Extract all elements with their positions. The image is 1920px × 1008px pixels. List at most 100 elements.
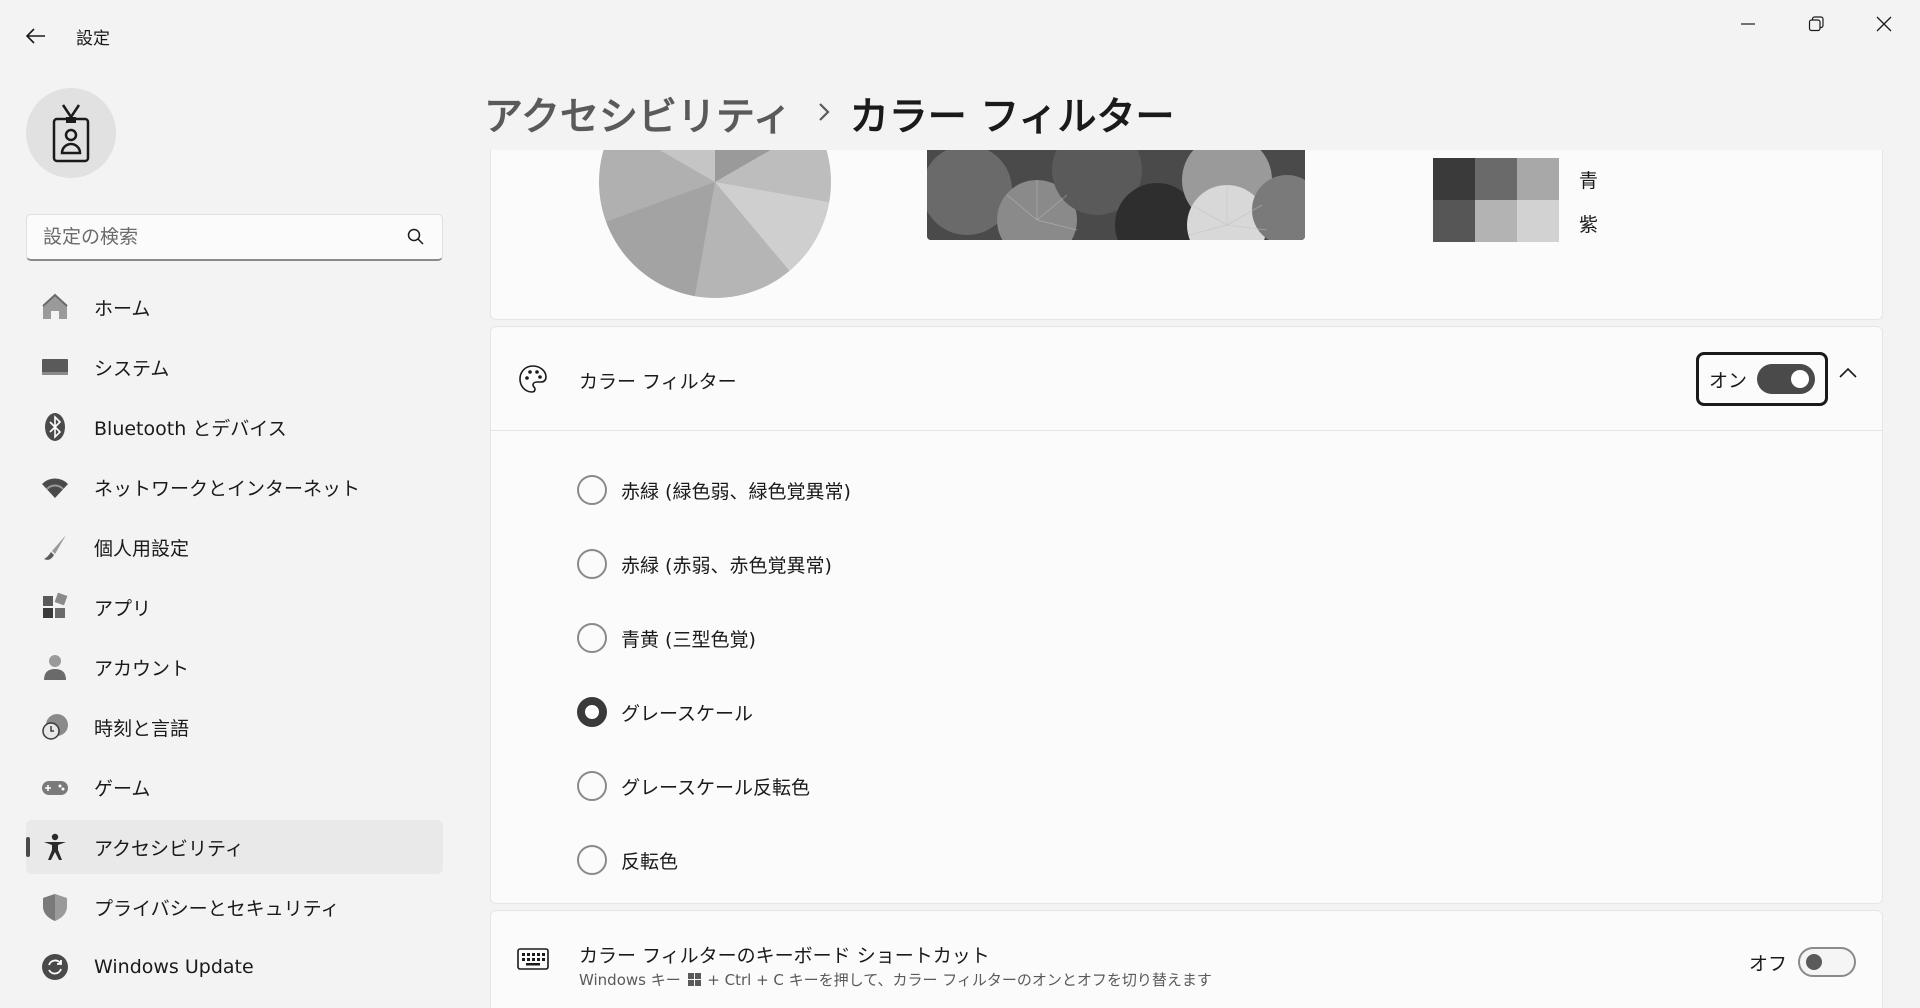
radio-label: グレースケール (621, 702, 754, 725)
preview-pie-image (599, 150, 831, 298)
breadcrumb: アクセシビリティ カラー フィルター (484, 86, 1175, 142)
badge-icon (52, 104, 90, 163)
globe-clock-icon (40, 712, 70, 742)
radio-label: 青黄 (三型色覚) (621, 628, 756, 651)
toggle-switch-on[interactable] (1757, 364, 1815, 394)
sidebar-item-label: 個人用設定 (94, 537, 190, 560)
filter-options: 赤緑 (緑色弱、緑色覚異常) 赤緑 (赤弱、赤色覚異常) 青黄 (三型色覚) グ… (577, 453, 851, 897)
sidebar-item-accessibility[interactable]: アクセシビリティ (26, 820, 443, 874)
bluetooth-icon (40, 412, 70, 442)
sidebar-item-personalization[interactable]: 個人用設定 (26, 520, 443, 574)
toggle-knob (1791, 370, 1809, 388)
preview-photo-image (927, 150, 1305, 240)
shortcut-title: カラー フィルターのキーボード ショートカット (579, 945, 990, 967)
search-icon[interactable] (406, 227, 426, 247)
shortcut-toggle-label: オフ (1749, 953, 1788, 975)
page-title: カラー フィルター (849, 95, 1175, 140)
restore-icon (1808, 16, 1824, 32)
filter-option-tritanopia[interactable]: 青黄 (三型色覚) (577, 601, 851, 675)
color-filter-card: カラー フィルター オン 赤緑 (緑色弱、緑色覚異常) 赤緑 (赤弱、赤色覚異常… (490, 326, 1883, 904)
sidebar-item-windows-update[interactable]: Windows Update (26, 940, 443, 994)
toggle-state-label: オン (1709, 369, 1748, 392)
sidebar-item-label: ホーム (94, 297, 151, 320)
sidebar-item-gaming[interactable]: ゲーム (26, 760, 443, 814)
close-icon (1876, 16, 1892, 32)
title-bar: 設定 (0, 0, 1920, 72)
color-filter-title: カラー フィルター (579, 371, 737, 393)
preview-color-swatches (1433, 158, 1559, 242)
sidebar-nav: ホーム システム Bluetooth とデバイス ネットワークとインターネット … (26, 280, 443, 1000)
sidebar-item-label: アプリ (94, 597, 152, 620)
close-button[interactable] (1856, 8, 1912, 40)
restore-button[interactable] (1788, 8, 1844, 40)
radio-label: 反転色 (621, 850, 679, 873)
swatch-label-purple: 紫 (1579, 214, 1599, 236)
radio-button[interactable] (577, 845, 607, 875)
radio-label: 赤緑 (緑色弱、緑色覚異常) (621, 480, 851, 503)
shortcut-toggle[interactable] (1798, 947, 1856, 977)
sidebar-item-label: ネットワークとインターネット (94, 477, 361, 500)
chevron-up-icon[interactable] (1838, 365, 1858, 384)
shortcut-description: Windows キー + Ctrl + C キーを押して、カラー フィルターのオ… (579, 969, 1212, 990)
sidebar-item-accounts[interactable]: アカウント (26, 640, 443, 694)
sidebar-item-privacy[interactable]: プライバシーとセキュリティ (26, 880, 443, 934)
radio-button[interactable] (577, 549, 607, 579)
radio-label: グレースケール反転色 (621, 776, 811, 799)
sidebar-item-label: ゲーム (94, 777, 151, 800)
minimize-button[interactable] (1720, 8, 1776, 40)
filter-option-grayscale-inverted[interactable]: グレースケール反転色 (577, 749, 851, 823)
sidebar-item-label: 時刻と言語 (94, 717, 190, 740)
search-input[interactable] (43, 226, 403, 248)
radio-button-checked[interactable] (577, 697, 607, 727)
shield-icon (40, 892, 70, 922)
minimize-icon (1741, 23, 1755, 25)
home-icon (40, 292, 70, 322)
swatch-label-blue: 青 (1579, 170, 1599, 192)
sidebar-item-label: プライバシーとセキュリティ (94, 897, 340, 920)
shortcut-desc-prefix: Windows キー (579, 971, 681, 989)
keyboard-icon (517, 947, 549, 975)
accessibility-icon (40, 832, 70, 862)
settings-search[interactable] (26, 214, 443, 261)
filter-option-grayscale[interactable]: グレースケール (577, 675, 851, 749)
sidebar-item-label: Windows Update (94, 956, 254, 978)
sidebar-item-bluetooth[interactable]: Bluetooth とデバイス (26, 400, 443, 454)
windows-logo-icon (687, 973, 701, 986)
chevron-right-icon (818, 102, 830, 126)
sidebar-item-system[interactable]: システム (26, 340, 443, 394)
sidebar-item-apps[interactable]: アプリ (26, 580, 443, 634)
avatar[interactable] (26, 88, 116, 178)
back-button[interactable] (20, 20, 52, 52)
radio-button[interactable] (577, 771, 607, 801)
sidebar-item-label: アクセシビリティ (94, 837, 244, 860)
radio-label: 赤緑 (赤弱、赤色覚異常) (621, 554, 832, 577)
sidebar-item-label: アカウント (94, 657, 190, 680)
app-title: 設定 (76, 29, 110, 49)
wifi-icon (40, 472, 70, 502)
filter-option-deuteranopia[interactable]: 赤緑 (緑色弱、緑色覚異常) (577, 453, 851, 527)
person-icon (40, 652, 70, 682)
gamepad-icon (40, 772, 70, 802)
back-arrow-icon (26, 28, 45, 44)
filter-option-protanopia[interactable]: 赤緑 (赤弱、赤色覚異常) (577, 527, 851, 601)
color-filter-toggle[interactable]: オン (1696, 352, 1828, 406)
monitor-icon (40, 352, 70, 382)
sidebar-item-network[interactable]: ネットワークとインターネット (26, 460, 443, 514)
filter-option-inverted[interactable]: 反転色 (577, 823, 851, 897)
apps-icon (40, 592, 70, 622)
color-filter-preview: 青 紫 (490, 150, 1883, 320)
sidebar-item-label: システム (94, 357, 170, 380)
sidebar-item-home[interactable]: ホーム (26, 280, 443, 334)
palette-icon (517, 363, 549, 399)
sidebar-item-time-language[interactable]: 時刻と言語 (26, 700, 443, 754)
radio-button[interactable] (577, 475, 607, 505)
shortcut-desc-suffix: + Ctrl + C キーを押して、カラー フィルターのオンとオフを切り替えます (702, 971, 1212, 989)
radio-button[interactable] (577, 623, 607, 653)
sidebar-item-label: Bluetooth とデバイス (94, 417, 287, 440)
brush-icon (40, 532, 70, 562)
swatch-labels: 青 紫 (1579, 166, 1598, 254)
color-filter-header[interactable]: カラー フィルター オン (491, 327, 1882, 431)
update-icon (40, 952, 70, 982)
keyboard-shortcut-card: カラー フィルターのキーボード ショートカット Windows キー + Ctr… (490, 910, 1883, 1008)
breadcrumb-parent[interactable]: アクセシビリティ (484, 86, 792, 142)
